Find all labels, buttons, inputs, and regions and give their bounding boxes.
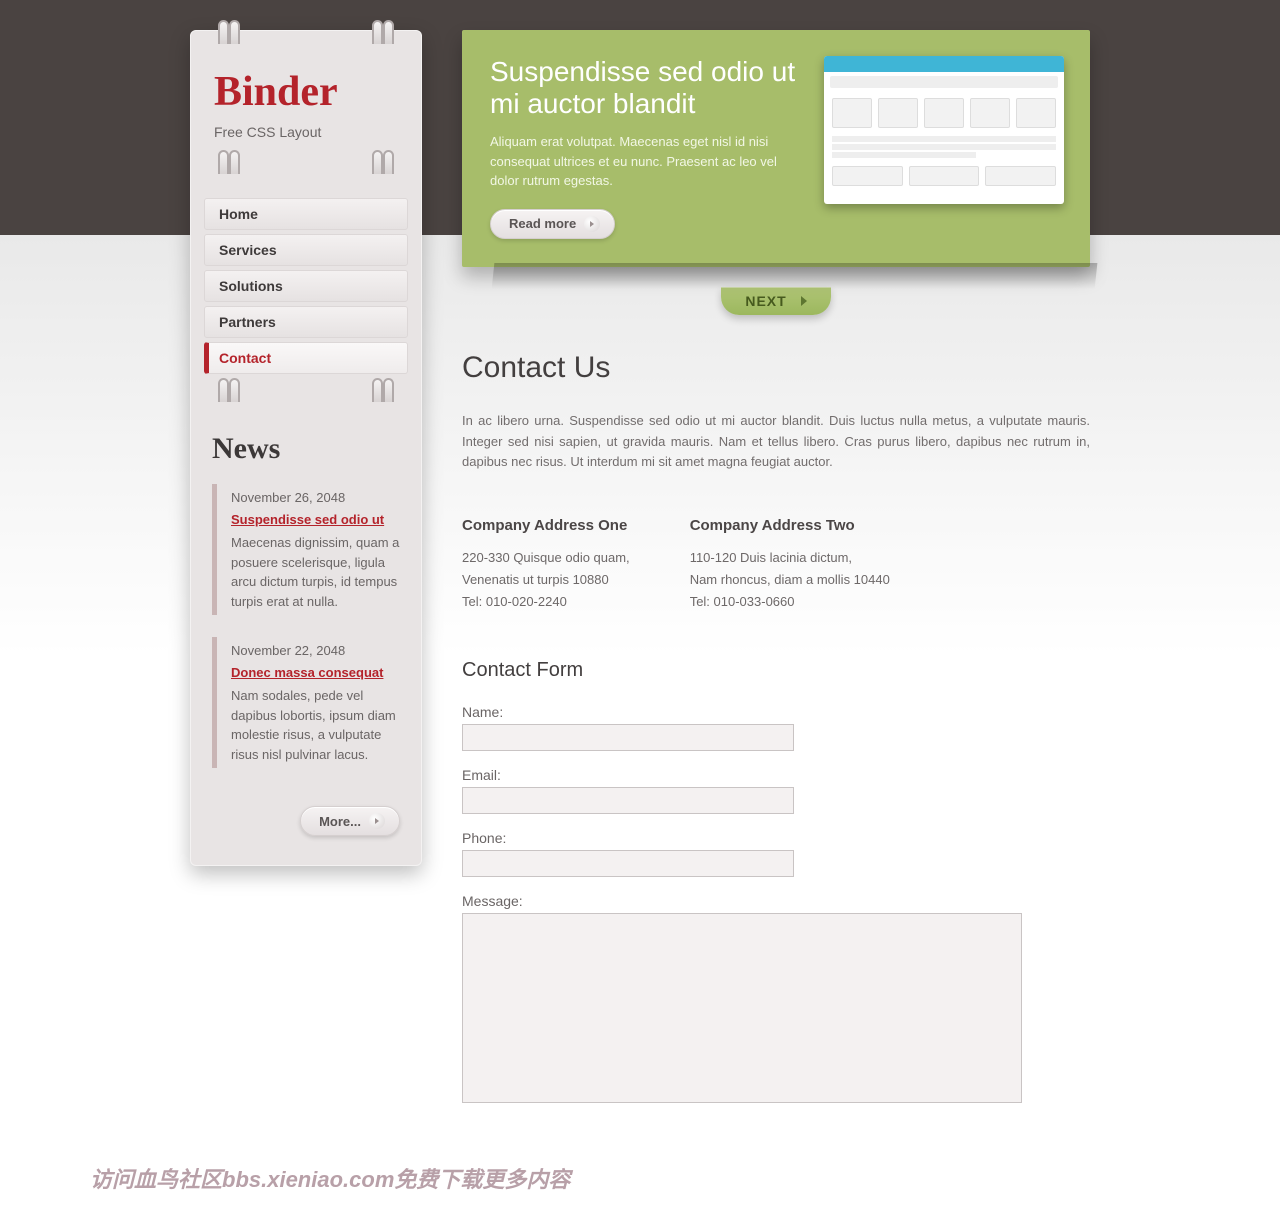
hero-shadow bbox=[492, 263, 1098, 289]
read-more-label: Read more bbox=[509, 216, 576, 231]
news-item: November 26, 2048 Suspendisse sed odio u… bbox=[212, 484, 400, 615]
nav-solutions[interactable]: Solutions bbox=[204, 270, 408, 302]
message-label: Message: bbox=[462, 893, 1090, 909]
address-line: Venenatis ut turpis 10880 bbox=[462, 569, 630, 591]
news-item: November 22, 2048 Donec massa consequat … bbox=[212, 637, 400, 768]
news-body: Nam sodales, pede vel dapibus lobortis, … bbox=[231, 686, 400, 764]
site-title: Binder bbox=[214, 68, 398, 116]
read-more-button[interactable]: Read more bbox=[490, 209, 615, 239]
news-date: November 22, 2048 bbox=[231, 641, 400, 661]
address-block: Company Address Two 110-120 Duis lacinia… bbox=[690, 513, 890, 613]
arrow-right-icon bbox=[369, 813, 385, 829]
hero-preview-image bbox=[824, 56, 1064, 204]
binder-rings-mid bbox=[190, 150, 422, 178]
nav-contact[interactable]: Contact bbox=[204, 342, 408, 374]
news-title-link[interactable]: Suspendisse sed odio ut bbox=[231, 510, 400, 530]
more-label: More... bbox=[319, 814, 361, 829]
footer-watermark: 访问血鸟社区bbs.xieniao.com免费下载更多内容 bbox=[90, 1162, 1190, 1194]
brand-block: Binder Free CSS Layout bbox=[190, 58, 422, 160]
name-label: Name: bbox=[462, 704, 1090, 720]
email-label: Email: bbox=[462, 767, 1090, 783]
news-body: Maecenas dignissim, quam a posuere scele… bbox=[231, 533, 400, 611]
nav-home[interactable]: Home bbox=[204, 198, 408, 230]
phone-input[interactable] bbox=[462, 850, 794, 877]
news-section: News November 26, 2048 Suspendisse sed o… bbox=[190, 416, 422, 806]
page-title: Contact Us bbox=[462, 351, 1090, 385]
main-content: Suspendisse sed odio ut mi auctor blandi… bbox=[422, 28, 1090, 1122]
hero-body: Aliquam erat volutpat. Maecenas eget nis… bbox=[490, 132, 800, 191]
contact-form-section: Contact Form Name: Email: Phone: Message… bbox=[462, 659, 1090, 1106]
main-nav: Home Services Solutions Partners Contact bbox=[190, 188, 422, 388]
nav-services[interactable]: Services bbox=[204, 234, 408, 266]
binder-rings-top bbox=[190, 20, 422, 48]
page-intro: In ac libero urna. Suspendisse sed odio … bbox=[462, 411, 1090, 473]
address-line: 220-330 Quisque odio quam, bbox=[462, 547, 630, 569]
address-line: Tel: 010-020-2240 bbox=[462, 591, 630, 613]
site-tagline: Free CSS Layout bbox=[214, 124, 398, 140]
phone-label: Phone: bbox=[462, 830, 1090, 846]
next-button[interactable]: NEXT bbox=[721, 287, 830, 315]
more-button[interactable]: More... bbox=[300, 806, 400, 836]
binder-rings-bottom bbox=[190, 378, 422, 406]
name-input[interactable] bbox=[462, 724, 794, 751]
news-heading: News bbox=[212, 432, 400, 466]
hero-title: Suspendisse sed odio ut mi auctor blandi… bbox=[490, 56, 810, 120]
address-columns: Company Address One 220-330 Quisque odio… bbox=[462, 513, 1090, 613]
address-heading: Company Address One bbox=[462, 513, 630, 539]
page-content: Contact Us In ac libero urna. Suspendiss… bbox=[462, 315, 1090, 1106]
page-wrapper: Binder Free CSS Layout Home Services Sol… bbox=[190, 28, 1090, 1122]
address-heading: Company Address Two bbox=[690, 513, 890, 539]
email-input[interactable] bbox=[462, 787, 794, 814]
address-line: 110-120 Duis lacinia dictum, bbox=[690, 547, 890, 569]
news-date: November 26, 2048 bbox=[231, 488, 400, 508]
address-line: Tel: 010-033-0660 bbox=[690, 591, 890, 613]
news-title-link[interactable]: Donec massa consequat bbox=[231, 663, 400, 683]
sidebar: Binder Free CSS Layout Home Services Sol… bbox=[190, 30, 422, 866]
form-heading: Contact Form bbox=[462, 659, 1090, 682]
arrow-right-icon bbox=[797, 294, 811, 308]
hero-banner: Suspendisse sed odio ut mi auctor blandi… bbox=[462, 30, 1090, 267]
next-label: NEXT bbox=[745, 293, 786, 309]
arrow-right-icon bbox=[584, 216, 600, 232]
address-line: Nam rhoncus, diam a mollis 10440 bbox=[690, 569, 890, 591]
message-textarea[interactable] bbox=[462, 913, 1022, 1103]
nav-partners[interactable]: Partners bbox=[204, 306, 408, 338]
address-block: Company Address One 220-330 Quisque odio… bbox=[462, 513, 630, 613]
